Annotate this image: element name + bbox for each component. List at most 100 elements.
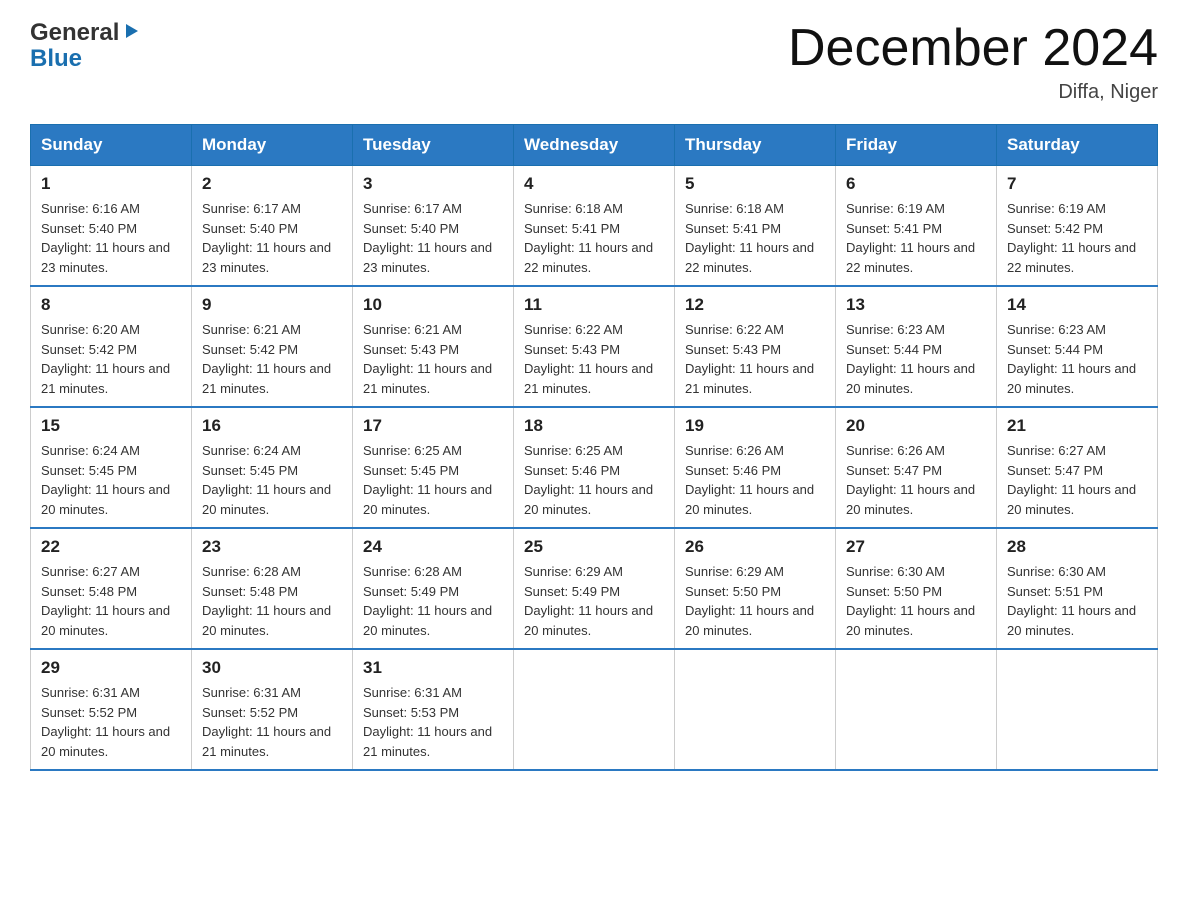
- day-number: 1: [41, 174, 181, 194]
- day-number: 9: [202, 295, 342, 315]
- calendar-cell: 27 Sunrise: 6:30 AMSunset: 5:50 PMDayligh…: [836, 528, 997, 649]
- day-of-week-header: Sunday: [31, 125, 192, 166]
- calendar-cell: 15 Sunrise: 6:24 AMSunset: 5:45 PMDayligh…: [31, 407, 192, 528]
- day-info: Sunrise: 6:31 AMSunset: 5:52 PMDaylight:…: [202, 683, 342, 761]
- day-info: Sunrise: 6:30 AMSunset: 5:50 PMDaylight:…: [846, 562, 986, 640]
- day-info: Sunrise: 6:26 AMSunset: 5:47 PMDaylight:…: [846, 441, 986, 519]
- day-number: 6: [846, 174, 986, 194]
- day-info: Sunrise: 6:23 AMSunset: 5:44 PMDaylight:…: [1007, 320, 1147, 398]
- day-info: Sunrise: 6:16 AMSunset: 5:40 PMDaylight:…: [41, 199, 181, 277]
- day-info: Sunrise: 6:24 AMSunset: 5:45 PMDaylight:…: [41, 441, 181, 519]
- calendar-cell: 26 Sunrise: 6:29 AMSunset: 5:50 PMDayligh…: [675, 528, 836, 649]
- calendar-cell: 24Sunrise: 6:28 AMSunset: 5:49 PMDayligh…: [353, 528, 514, 649]
- calendar-cell: 14 Sunrise: 6:23 AMSunset: 5:44 PMDayligh…: [997, 286, 1158, 407]
- day-info: Sunrise: 6:22 AMSunset: 5:43 PMDaylight:…: [685, 320, 825, 398]
- calendar-cell: [514, 649, 675, 770]
- calendar-cell: 16Sunrise: 6:24 AMSunset: 5:45 PMDayligh…: [192, 407, 353, 528]
- calendar-week-row: 22 Sunrise: 6:27 AMSunset: 5:48 PMDayligh…: [31, 528, 1158, 649]
- calendar-cell: 6 Sunrise: 6:19 AMSunset: 5:41 PMDaylight…: [836, 166, 997, 287]
- calendar-header-row: SundayMondayTuesdayWednesdayThursdayFrid…: [31, 125, 1158, 166]
- day-info: Sunrise: 6:29 AMSunset: 5:49 PMDaylight:…: [524, 562, 664, 640]
- logo-triangle-icon: [122, 20, 140, 46]
- calendar-week-row: 15 Sunrise: 6:24 AMSunset: 5:45 PMDayligh…: [31, 407, 1158, 528]
- calendar-week-row: 8Sunrise: 6:20 AMSunset: 5:42 PMDaylight…: [31, 286, 1158, 407]
- day-info: Sunrise: 6:25 AMSunset: 5:45 PMDaylight:…: [363, 441, 503, 519]
- day-number: 2: [202, 174, 342, 194]
- day-info: Sunrise: 6:31 AMSunset: 5:52 PMDaylight:…: [41, 683, 181, 761]
- day-number: 11: [524, 295, 664, 315]
- day-number: 13: [846, 295, 986, 315]
- day-info: Sunrise: 6:30 AMSunset: 5:51 PMDaylight:…: [1007, 562, 1147, 640]
- calendar-cell: 4Sunrise: 6:18 AMSunset: 5:41 PMDaylight…: [514, 166, 675, 287]
- day-info: Sunrise: 6:26 AMSunset: 5:46 PMDaylight:…: [685, 441, 825, 519]
- calendar-cell: 5 Sunrise: 6:18 AMSunset: 5:41 PMDaylight…: [675, 166, 836, 287]
- day-number: 27: [846, 537, 986, 557]
- day-info: Sunrise: 6:25 AMSunset: 5:46 PMDaylight:…: [524, 441, 664, 519]
- day-number: 7: [1007, 174, 1147, 194]
- day-info: Sunrise: 6:29 AMSunset: 5:50 PMDaylight:…: [685, 562, 825, 640]
- day-info: Sunrise: 6:31 AMSunset: 5:53 PMDaylight:…: [363, 683, 503, 761]
- calendar-cell: 23 Sunrise: 6:28 AMSunset: 5:48 PMDayligh…: [192, 528, 353, 649]
- calendar-cell: 29 Sunrise: 6:31 AMSunset: 5:52 PMDayligh…: [31, 649, 192, 770]
- calendar-cell: 20Sunrise: 6:26 AMSunset: 5:47 PMDayligh…: [836, 407, 997, 528]
- day-number: 26: [685, 537, 825, 557]
- day-number: 23: [202, 537, 342, 557]
- calendar-cell: [997, 649, 1158, 770]
- calendar-cell: 1 Sunrise: 6:16 AMSunset: 5:40 PMDaylight…: [31, 166, 192, 287]
- title-block: December 2024 Diffa, Niger: [788, 20, 1158, 104]
- calendar-cell: [836, 649, 997, 770]
- day-number: 31: [363, 658, 503, 678]
- calendar-week-row: 1 Sunrise: 6:16 AMSunset: 5:40 PMDaylight…: [31, 166, 1158, 287]
- day-of-week-header: Thursday: [675, 125, 836, 166]
- day-number: 22: [41, 537, 181, 557]
- day-info: Sunrise: 6:20 AMSunset: 5:42 PMDaylight:…: [41, 320, 181, 398]
- day-of-week-header: Tuesday: [353, 125, 514, 166]
- day-info: Sunrise: 6:22 AMSunset: 5:43 PMDaylight:…: [524, 320, 664, 398]
- day-info: Sunrise: 6:27 AMSunset: 5:47 PMDaylight:…: [1007, 441, 1147, 519]
- calendar-cell: 8Sunrise: 6:20 AMSunset: 5:42 PMDaylight…: [31, 286, 192, 407]
- day-number: 14: [1007, 295, 1147, 315]
- day-number: 18: [524, 416, 664, 436]
- day-number: 29: [41, 658, 181, 678]
- calendar-cell: 11 Sunrise: 6:22 AMSunset: 5:43 PMDayligh…: [514, 286, 675, 407]
- day-number: 15: [41, 416, 181, 436]
- calendar-cell: 9Sunrise: 6:21 AMSunset: 5:42 PMDaylight…: [192, 286, 353, 407]
- calendar-cell: 18 Sunrise: 6:25 AMSunset: 5:46 PMDayligh…: [514, 407, 675, 528]
- calendar-cell: 17 Sunrise: 6:25 AMSunset: 5:45 PMDayligh…: [353, 407, 514, 528]
- logo-blue-text: Blue: [30, 46, 140, 72]
- calendar-cell: 25 Sunrise: 6:29 AMSunset: 5:49 PMDayligh…: [514, 528, 675, 649]
- day-info: Sunrise: 6:21 AMSunset: 5:43 PMDaylight:…: [363, 320, 503, 398]
- day-number: 5: [685, 174, 825, 194]
- day-number: 10: [363, 295, 503, 315]
- day-info: Sunrise: 6:27 AMSunset: 5:48 PMDaylight:…: [41, 562, 181, 640]
- day-of-week-header: Friday: [836, 125, 997, 166]
- day-of-week-header: Saturday: [997, 125, 1158, 166]
- calendar-cell: 31 Sunrise: 6:31 AMSunset: 5:53 PMDayligh…: [353, 649, 514, 770]
- calendar-cell: 2Sunrise: 6:17 AMSunset: 5:40 PMDaylight…: [192, 166, 353, 287]
- day-info: Sunrise: 6:28 AMSunset: 5:48 PMDaylight:…: [202, 562, 342, 640]
- day-number: 19: [685, 416, 825, 436]
- calendar-cell: 10 Sunrise: 6:21 AMSunset: 5:43 PMDayligh…: [353, 286, 514, 407]
- day-number: 17: [363, 416, 503, 436]
- day-info: Sunrise: 6:19 AMSunset: 5:41 PMDaylight:…: [846, 199, 986, 277]
- day-number: 3: [363, 174, 503, 194]
- logo: General Blue: [30, 20, 140, 73]
- day-number: 30: [202, 658, 342, 678]
- day-number: 12: [685, 295, 825, 315]
- day-of-week-header: Wednesday: [514, 125, 675, 166]
- location-label: Diffa, Niger: [788, 81, 1158, 104]
- calendar-cell: 28Sunrise: 6:30 AMSunset: 5:51 PMDayligh…: [997, 528, 1158, 649]
- day-info: Sunrise: 6:23 AMSunset: 5:44 PMDaylight:…: [846, 320, 986, 398]
- day-info: Sunrise: 6:19 AMSunset: 5:42 PMDaylight:…: [1007, 199, 1147, 277]
- day-info: Sunrise: 6:18 AMSunset: 5:41 PMDaylight:…: [685, 199, 825, 277]
- calendar-table: SundayMondayTuesdayWednesdayThursdayFrid…: [30, 124, 1158, 771]
- calendar-cell: 21Sunrise: 6:27 AMSunset: 5:47 PMDayligh…: [997, 407, 1158, 528]
- logo-general-text: General: [30, 20, 119, 46]
- day-info: Sunrise: 6:18 AMSunset: 5:41 PMDaylight:…: [524, 199, 664, 277]
- calendar-cell: 30 Sunrise: 6:31 AMSunset: 5:52 PMDayligh…: [192, 649, 353, 770]
- page-header: General Blue December 2024 Diffa, Niger: [30, 20, 1158, 104]
- day-number: 25: [524, 537, 664, 557]
- day-info: Sunrise: 6:24 AMSunset: 5:45 PMDaylight:…: [202, 441, 342, 519]
- calendar-cell: 3Sunrise: 6:17 AMSunset: 5:40 PMDaylight…: [353, 166, 514, 287]
- calendar-cell: 22 Sunrise: 6:27 AMSunset: 5:48 PMDayligh…: [31, 528, 192, 649]
